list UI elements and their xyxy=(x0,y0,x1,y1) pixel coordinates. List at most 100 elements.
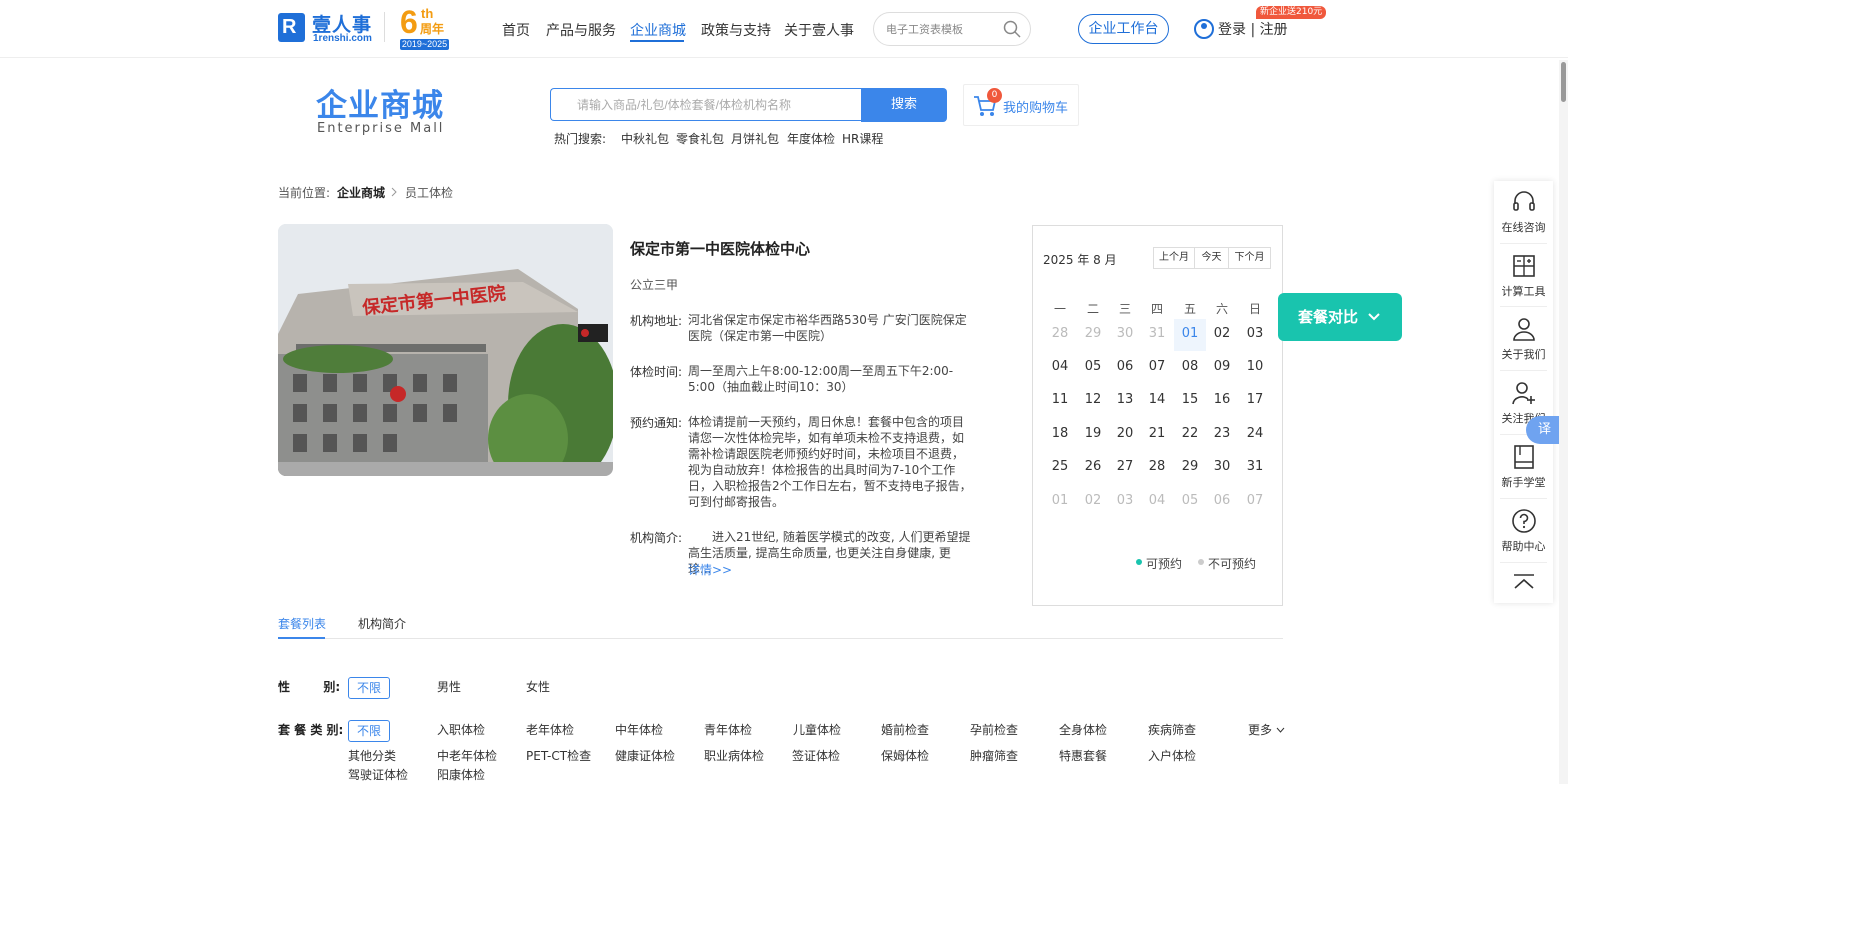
type-option[interactable]: 全身体检 xyxy=(1059,721,1107,738)
tab-institution-intro[interactable]: 机构简介 xyxy=(358,615,406,632)
calendar-day[interactable]: 22 xyxy=(1174,419,1206,451)
hot-search-item[interactable]: HR课程 xyxy=(842,130,883,147)
calendar-day[interactable]: 19 xyxy=(1077,419,1109,451)
today-button[interactable]: 今天 xyxy=(1194,247,1229,269)
calendar-day[interactable]: 11 xyxy=(1044,385,1076,417)
calendar-day[interactable]: 06 xyxy=(1109,352,1141,384)
type-option-all[interactable]: 不限 xyxy=(348,720,390,742)
calendar-day[interactable]: 30 xyxy=(1206,452,1238,484)
workbench-button[interactable]: 企业工作台 xyxy=(1078,14,1169,44)
type-option[interactable]: 中老年体检 xyxy=(437,747,497,764)
type-option[interactable]: 保姆体检 xyxy=(881,747,929,764)
calendar-day[interactable]: 21 xyxy=(1141,419,1173,451)
hot-search-item[interactable]: 月饼礼包 xyxy=(731,130,779,147)
hot-search-item[interactable]: 中秋礼包 xyxy=(621,130,669,147)
mall-search-button[interactable]: 搜索 xyxy=(861,88,947,122)
calendar-day[interactable]: 18 xyxy=(1044,419,1076,451)
scrollbar-track[interactable] xyxy=(1559,60,1568,784)
calendar-day[interactable]: 04 xyxy=(1044,352,1076,384)
calendar-day[interactable]: 09 xyxy=(1206,352,1238,384)
calendar-day[interactable]: 29 xyxy=(1077,319,1109,351)
hot-search-item[interactable]: 年度体检 xyxy=(787,130,835,147)
calendar-day[interactable]: 08 xyxy=(1174,352,1206,384)
calendar-day[interactable]: 07 xyxy=(1239,486,1271,518)
calendar-day[interactable]: 03 xyxy=(1109,486,1141,518)
intro-more-link[interactable]: 详情>> xyxy=(688,561,732,578)
calendar-day[interactable]: 10 xyxy=(1239,352,1271,384)
side-online-consult[interactable]: 在线咨询 xyxy=(1494,189,1553,235)
nav-mall[interactable]: 企业商城 xyxy=(630,20,686,40)
calendar-day[interactable]: 28 xyxy=(1141,452,1173,484)
calendar-day[interactable]: 31 xyxy=(1141,319,1173,351)
calendar-day[interactable]: 24 xyxy=(1239,419,1271,451)
prev-month-button[interactable]: 上个月 xyxy=(1153,247,1195,269)
breadcrumb-mall[interactable]: 企业商城 xyxy=(337,184,385,201)
calendar-day[interactable]: 26 xyxy=(1077,452,1109,484)
side-beginner-school[interactable]: 新手学堂 xyxy=(1494,444,1553,490)
type-option[interactable]: 健康证体检 xyxy=(615,747,675,764)
translate-button[interactable]: 译 xyxy=(1526,416,1562,444)
calendar-day[interactable]: 04 xyxy=(1141,486,1173,518)
type-option[interactable]: 婚前检查 xyxy=(881,721,929,738)
calendar-day[interactable]: 01 xyxy=(1044,486,1076,518)
gender-option-all[interactable]: 不限 xyxy=(348,677,390,699)
nav-about[interactable]: 关于壹人事 xyxy=(784,20,854,40)
type-option[interactable]: 阳康体检 xyxy=(437,766,485,783)
login-register-link[interactable]: 登录 | 注册 xyxy=(1218,19,1288,39)
type-option[interactable]: 疾病筛查 xyxy=(1148,721,1196,738)
calendar-day[interactable]: 13 xyxy=(1109,385,1141,417)
calendar-day[interactable]: 16 xyxy=(1206,385,1238,417)
type-option[interactable]: 签证体检 xyxy=(792,747,840,764)
gender-option[interactable]: 女性 xyxy=(526,678,550,695)
type-more-button[interactable]: 更多 xyxy=(1248,721,1285,738)
calendar-day[interactable]: 15 xyxy=(1174,385,1206,417)
calendar-day[interactable]: 31 xyxy=(1239,452,1271,484)
type-option[interactable]: PET-CT检查 xyxy=(526,747,591,764)
next-month-button[interactable]: 下个月 xyxy=(1228,247,1271,269)
nav-policy[interactable]: 政策与支持 xyxy=(701,20,771,40)
calendar-day[interactable]: 20 xyxy=(1109,419,1141,451)
type-option[interactable]: 入职体检 xyxy=(437,721,485,738)
mall-search-input[interactable] xyxy=(551,89,862,120)
type-option[interactable]: 其他分类 xyxy=(348,747,396,764)
cart-label[interactable]: 我的购物车 xyxy=(1003,97,1068,116)
type-option[interactable]: 青年体检 xyxy=(704,721,752,738)
logo-icon[interactable]: R xyxy=(278,13,305,42)
tab-package-list[interactable]: 套餐列表 xyxy=(278,615,326,632)
calendar-day[interactable]: 02 xyxy=(1206,319,1238,351)
type-option[interactable]: 驾驶证体检 xyxy=(348,766,408,783)
package-compare-button[interactable]: 套餐对比 xyxy=(1278,293,1402,341)
calendar-day[interactable]: 17 xyxy=(1239,385,1271,417)
calendar-day[interactable]: 06 xyxy=(1206,486,1238,518)
hot-search-item[interactable]: 零食礼包 xyxy=(676,130,724,147)
calendar-day[interactable]: 02 xyxy=(1077,486,1109,518)
scrollbar-thumb[interactable] xyxy=(1561,62,1566,102)
calendar-day[interactable]: 12 xyxy=(1077,385,1109,417)
calendar-day[interactable]: 29 xyxy=(1174,452,1206,484)
type-option[interactable]: 肿瘤筛查 xyxy=(970,747,1018,764)
type-option[interactable]: 老年体检 xyxy=(526,721,574,738)
search-icon[interactable] xyxy=(1003,20,1021,38)
back-to-top-icon[interactable] xyxy=(1513,574,1535,590)
calendar-day[interactable]: 23 xyxy=(1206,419,1238,451)
gender-option[interactable]: 男性 xyxy=(437,678,461,695)
calendar-day[interactable]: 03 xyxy=(1239,319,1271,351)
calendar-day[interactable]: 07 xyxy=(1141,352,1173,384)
user-avatar-icon[interactable] xyxy=(1194,19,1214,39)
type-option[interactable]: 入户体检 xyxy=(1148,747,1196,764)
calendar-day[interactable]: 14 xyxy=(1141,385,1173,417)
nav-home[interactable]: 首页 xyxy=(502,20,530,40)
top-search-input[interactable]: 电子工资表模板 xyxy=(873,12,1031,46)
type-option[interactable]: 职业病体检 xyxy=(704,747,764,764)
calendar-day[interactable]: 25 xyxy=(1044,452,1076,484)
nav-products[interactable]: 产品与服务 xyxy=(546,20,616,40)
calendar-day[interactable]: 28 xyxy=(1044,319,1076,351)
calendar-day[interactable]: 30 xyxy=(1109,319,1141,351)
type-option[interactable]: 儿童体检 xyxy=(793,721,841,738)
type-option[interactable]: 特惠套餐 xyxy=(1059,747,1107,764)
calendar-day[interactable]: 05 xyxy=(1077,352,1109,384)
calendar-day[interactable]: 27 xyxy=(1109,452,1141,484)
side-calc-tools[interactable]: 计算工具 xyxy=(1494,253,1553,299)
calendar-day[interactable]: 05 xyxy=(1174,486,1206,518)
type-option[interactable]: 中年体检 xyxy=(615,721,663,738)
